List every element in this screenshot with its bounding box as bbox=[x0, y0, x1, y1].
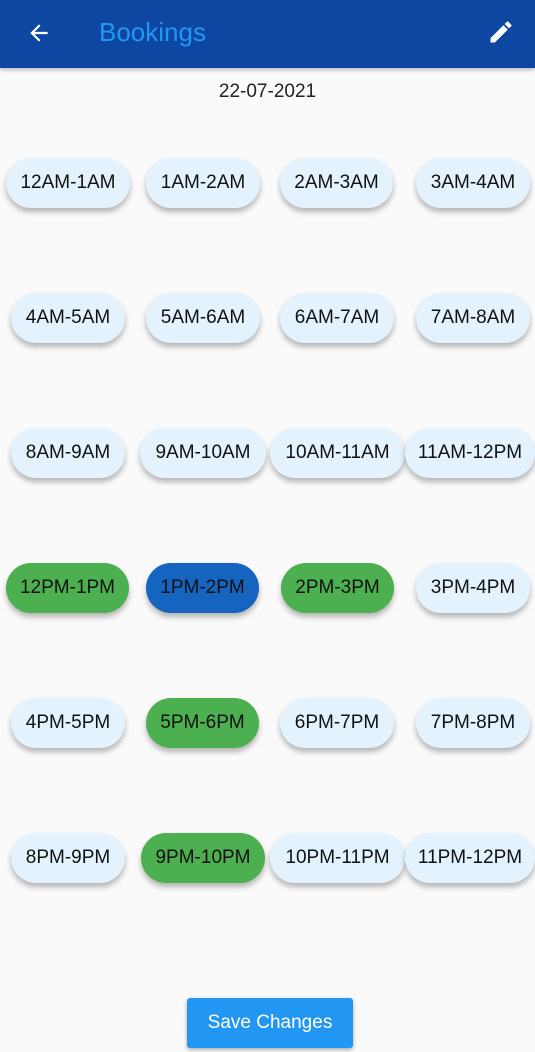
time-slot-chip[interactable]: 8PM-9PM bbox=[11, 833, 125, 883]
back-button[interactable] bbox=[18, 12, 60, 54]
slot-row: 8PM-9PM 9PM-10PM 10PM-11PM 11PM-12PM bbox=[0, 833, 535, 887]
time-slot-chip[interactable]: 4PM-5PM bbox=[11, 698, 125, 748]
booking-date: 22-07-2021 bbox=[218, 81, 317, 102]
time-slot-chip[interactable]: 12PM-1PM bbox=[6, 563, 129, 613]
slot-row: 12AM-1AM 1AM-2AM 2AM-3AM 3AM-4AM bbox=[0, 158, 535, 212]
time-slot-chip[interactable]: 6PM-7PM bbox=[280, 698, 394, 748]
slot-row: 4AM-5AM 5AM-6AM 6AM-7AM 7AM-8AM bbox=[0, 293, 535, 347]
time-slot-chip[interactable]: 8AM-9AM bbox=[11, 428, 125, 478]
time-slot-chip[interactable]: 10PM-11PM bbox=[270, 833, 405, 883]
time-slot-chip[interactable]: 12AM-1AM bbox=[6, 158, 130, 208]
time-slot-chip[interactable]: 1PM-2PM bbox=[146, 563, 259, 613]
time-slot-chip[interactable]: 4AM-5AM bbox=[11, 293, 125, 343]
app-bar: Bookings bbox=[0, 0, 535, 68]
slot-row: 8AM-9AM 9AM-10AM 10AM-11AM 11AM-12PM bbox=[0, 428, 535, 482]
slot-row: 4PM-5PM 5PM-6PM 6PM-7PM 7PM-8PM bbox=[0, 698, 535, 752]
pencil-icon bbox=[490, 21, 512, 43]
time-slot-chip[interactable]: 10AM-11AM bbox=[270, 428, 405, 478]
time-slot-chip[interactable]: 1AM-2AM bbox=[146, 158, 260, 208]
time-slot-chip[interactable]: 9PM-10PM bbox=[141, 833, 265, 883]
time-slot-chip[interactable]: 2AM-3AM bbox=[280, 158, 393, 208]
time-slot-chip[interactable]: 6AM-7AM bbox=[280, 293, 394, 343]
arrow-left-icon bbox=[30, 24, 48, 42]
time-slot-chip[interactable]: 2PM-3PM bbox=[281, 563, 394, 613]
time-slot-chip[interactable]: 9AM-10AM bbox=[140, 428, 266, 478]
time-slot-chip[interactable]: 3PM-4PM bbox=[416, 563, 530, 613]
time-slot-chip[interactable]: 11PM-12PM bbox=[405, 833, 535, 883]
time-slot-chip[interactable]: 3AM-4AM bbox=[416, 158, 530, 208]
time-slot-chip[interactable]: 5AM-6AM bbox=[146, 293, 260, 343]
time-slot-chip[interactable]: 5PM-6PM bbox=[146, 698, 259, 748]
page-title: Bookings bbox=[99, 17, 206, 47]
slot-row: 12PM-1PM 1PM-2PM 2PM-3PM 3PM-4PM bbox=[0, 563, 535, 617]
save-changes-button[interactable]: Save Changes bbox=[187, 998, 353, 1048]
edit-button[interactable] bbox=[479, 10, 523, 54]
time-slot-chip[interactable]: 11AM-12PM bbox=[405, 428, 535, 478]
time-slot-chip[interactable]: 7PM-8PM bbox=[416, 698, 530, 748]
time-slot-chip[interactable]: 7AM-8AM bbox=[416, 293, 530, 343]
